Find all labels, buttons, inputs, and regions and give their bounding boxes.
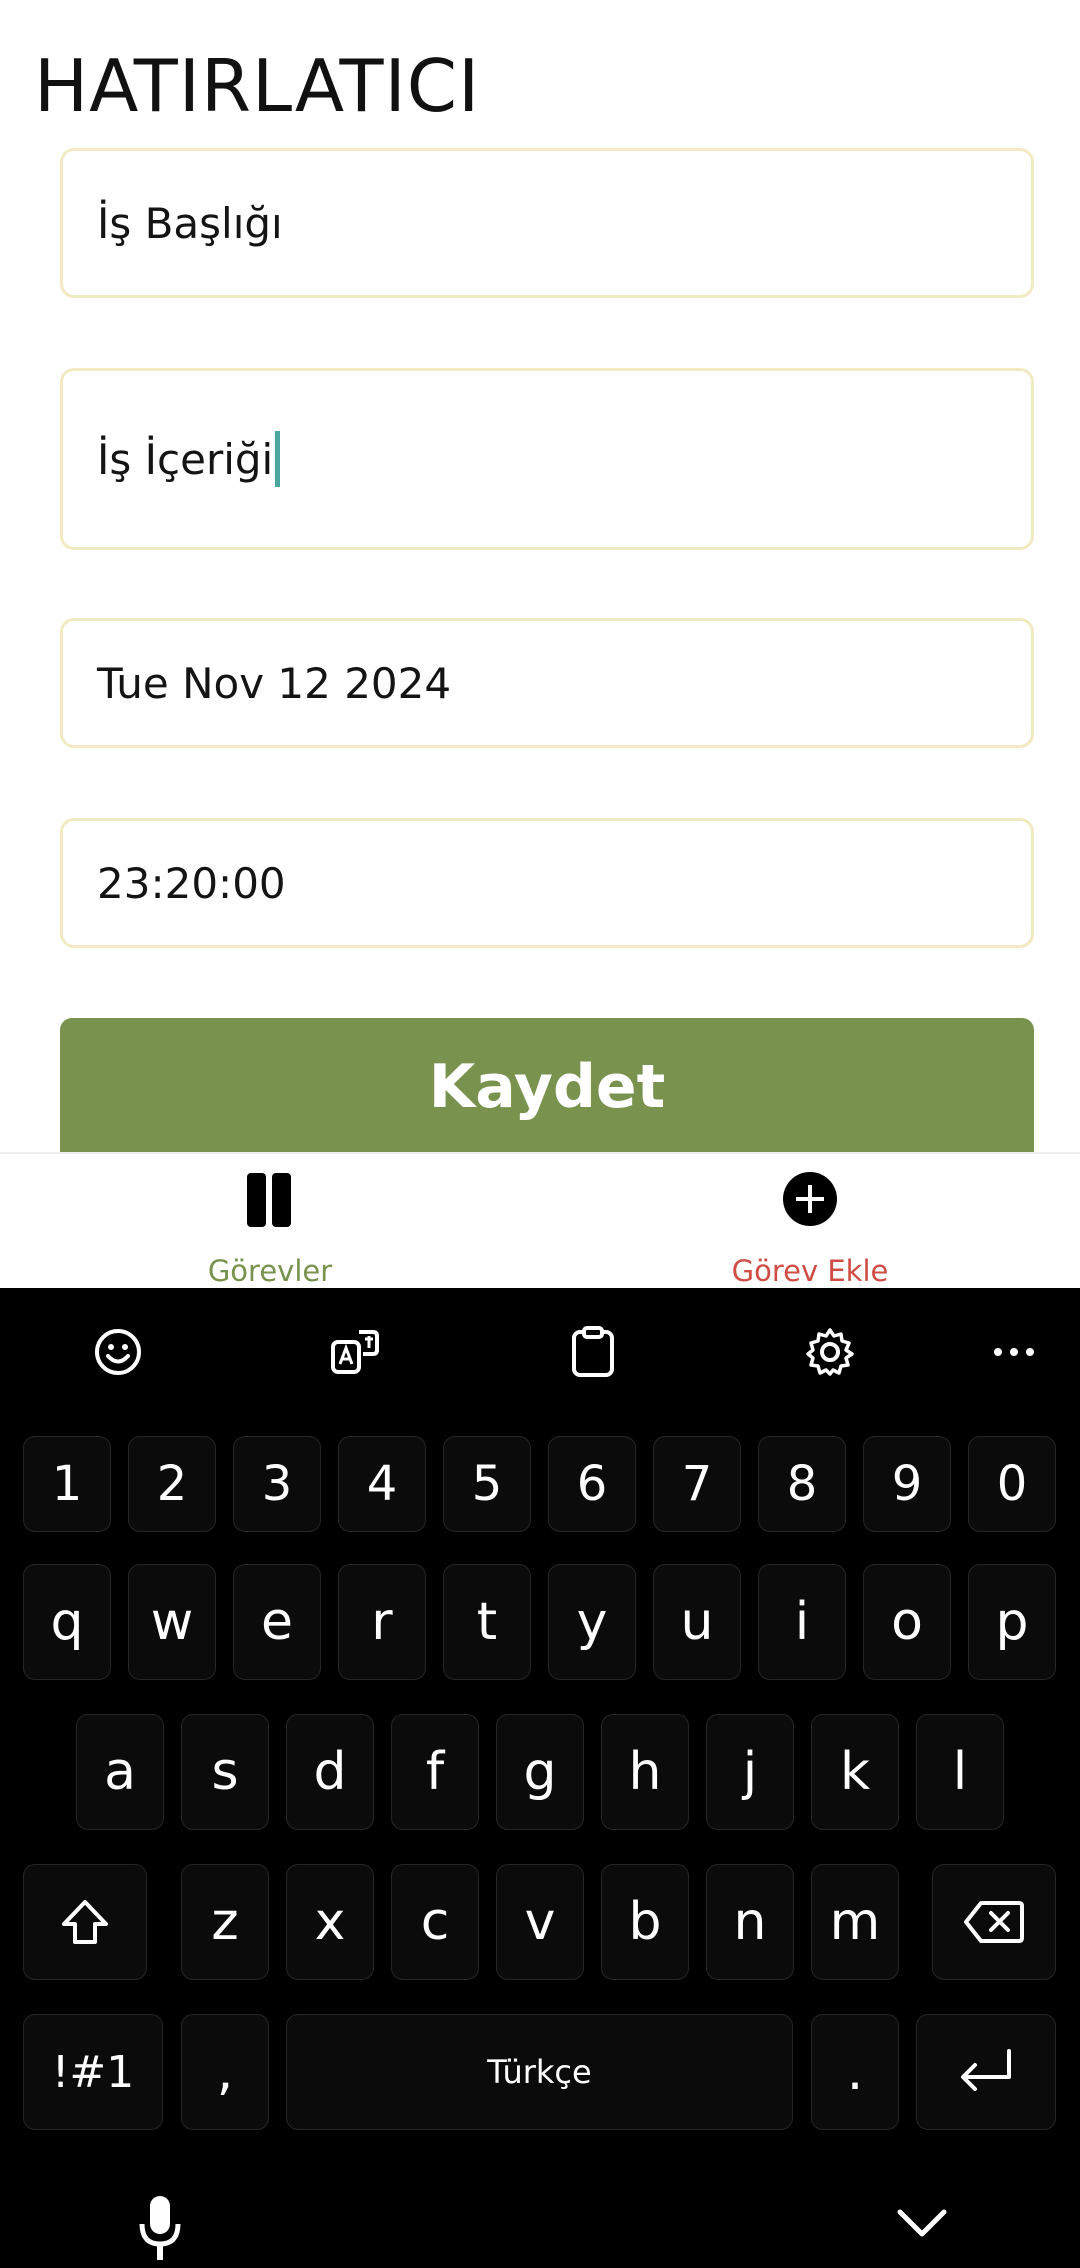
key-0[interactable]: 0 bbox=[968, 1436, 1056, 1532]
date-field[interactable]: Tue Nov 12 2024 bbox=[60, 618, 1034, 748]
microphone-icon[interactable] bbox=[130, 2194, 190, 2264]
key-4[interactable]: 4 bbox=[338, 1436, 426, 1532]
key-1[interactable]: 1 bbox=[23, 1436, 111, 1532]
key-e[interactable]: e bbox=[233, 1564, 321, 1680]
key-a[interactable]: a bbox=[76, 1714, 164, 1830]
chevron-down-icon[interactable] bbox=[892, 2208, 952, 2258]
tab-gorevler[interactable]: Görevler bbox=[0, 1154, 540, 1288]
backspace-key[interactable] bbox=[932, 1864, 1056, 1980]
book-icon bbox=[244, 1170, 296, 1234]
key-6[interactable]: 6 bbox=[548, 1436, 636, 1532]
key-b[interactable]: b bbox=[601, 1864, 689, 1980]
key-j[interactable]: j bbox=[706, 1714, 794, 1830]
clipboard-icon[interactable] bbox=[543, 1316, 643, 1388]
title-field-text: İş Başlığı bbox=[97, 198, 283, 248]
key-d[interactable]: d bbox=[286, 1714, 374, 1830]
key-w[interactable]: w bbox=[128, 1564, 216, 1680]
key-3[interactable]: 3 bbox=[233, 1436, 321, 1532]
key-k[interactable]: k bbox=[811, 1714, 899, 1830]
text-cursor bbox=[275, 431, 281, 487]
key-8[interactable]: 8 bbox=[758, 1436, 846, 1532]
keyboard: 1 2 3 4 5 6 7 8 9 0 q w e r t y u i o p … bbox=[0, 1288, 1080, 2268]
key-5[interactable]: 5 bbox=[443, 1436, 531, 1532]
key-9[interactable]: 9 bbox=[863, 1436, 951, 1532]
time-field-text: 23:20:00 bbox=[97, 858, 286, 908]
comma-key[interactable]: , bbox=[181, 2014, 269, 2130]
translate-icon[interactable] bbox=[305, 1316, 405, 1388]
enter-key[interactable] bbox=[916, 2014, 1056, 2130]
key-g[interactable]: g bbox=[496, 1714, 584, 1830]
content-field-text: İş İçeriği bbox=[97, 434, 274, 484]
symbols-key[interactable]: !#1 bbox=[23, 2014, 163, 2130]
key-o[interactable]: o bbox=[863, 1564, 951, 1680]
shift-key[interactable] bbox=[23, 1864, 147, 1980]
shift-icon bbox=[62, 1900, 108, 1944]
key-u[interactable]: u bbox=[653, 1564, 741, 1680]
settings-icon[interactable] bbox=[780, 1316, 880, 1388]
content-field[interactable]: İş İçeriği bbox=[60, 368, 1034, 550]
space-key[interactable]: Türkçe bbox=[286, 2014, 793, 2130]
key-s[interactable]: s bbox=[181, 1714, 269, 1830]
tab-gorevler-label: Görevler bbox=[207, 1254, 333, 1288]
key-h[interactable]: h bbox=[601, 1714, 689, 1830]
key-7[interactable]: 7 bbox=[653, 1436, 741, 1532]
app-screen: HATIRLATICI İş Başlığı İş İçeriği Tue No… bbox=[0, 0, 1080, 1288]
key-2[interactable]: 2 bbox=[128, 1436, 216, 1532]
key-x[interactable]: x bbox=[286, 1864, 374, 1980]
tab-gorev-ekle-label: Görev Ekle bbox=[731, 1254, 889, 1288]
key-m[interactable]: m bbox=[811, 1864, 899, 1980]
page-title: HATIRLATICI bbox=[34, 44, 481, 128]
key-n[interactable]: n bbox=[706, 1864, 794, 1980]
bottom-tab-bar: Görevler Görev Ekle bbox=[0, 1152, 1080, 1288]
key-l[interactable]: l bbox=[916, 1714, 1004, 1830]
key-q[interactable]: q bbox=[23, 1564, 111, 1680]
key-t[interactable]: t bbox=[443, 1564, 531, 1680]
emoji-icon[interactable] bbox=[68, 1316, 168, 1388]
date-field-text: Tue Nov 12 2024 bbox=[97, 658, 452, 708]
backspace-icon bbox=[964, 1901, 1024, 1943]
key-i[interactable]: i bbox=[758, 1564, 846, 1680]
key-y[interactable]: y bbox=[548, 1564, 636, 1680]
period-key[interactable]: . bbox=[811, 2014, 899, 2130]
plus-circle-icon bbox=[781, 1170, 839, 1232]
title-field[interactable]: İş Başlığı bbox=[60, 148, 1034, 298]
time-field[interactable]: 23:20:00 bbox=[60, 818, 1034, 948]
key-p[interactable]: p bbox=[968, 1564, 1056, 1680]
key-r[interactable]: r bbox=[338, 1564, 426, 1680]
enter-icon bbox=[961, 2049, 1011, 2091]
key-c[interactable]: c bbox=[391, 1864, 479, 1980]
tab-gorev-ekle[interactable]: Görev Ekle bbox=[540, 1154, 1080, 1288]
key-z[interactable]: z bbox=[181, 1864, 269, 1980]
key-f[interactable]: f bbox=[391, 1714, 479, 1830]
more-icon[interactable] bbox=[964, 1316, 1064, 1388]
key-v[interactable]: v bbox=[496, 1864, 584, 1980]
